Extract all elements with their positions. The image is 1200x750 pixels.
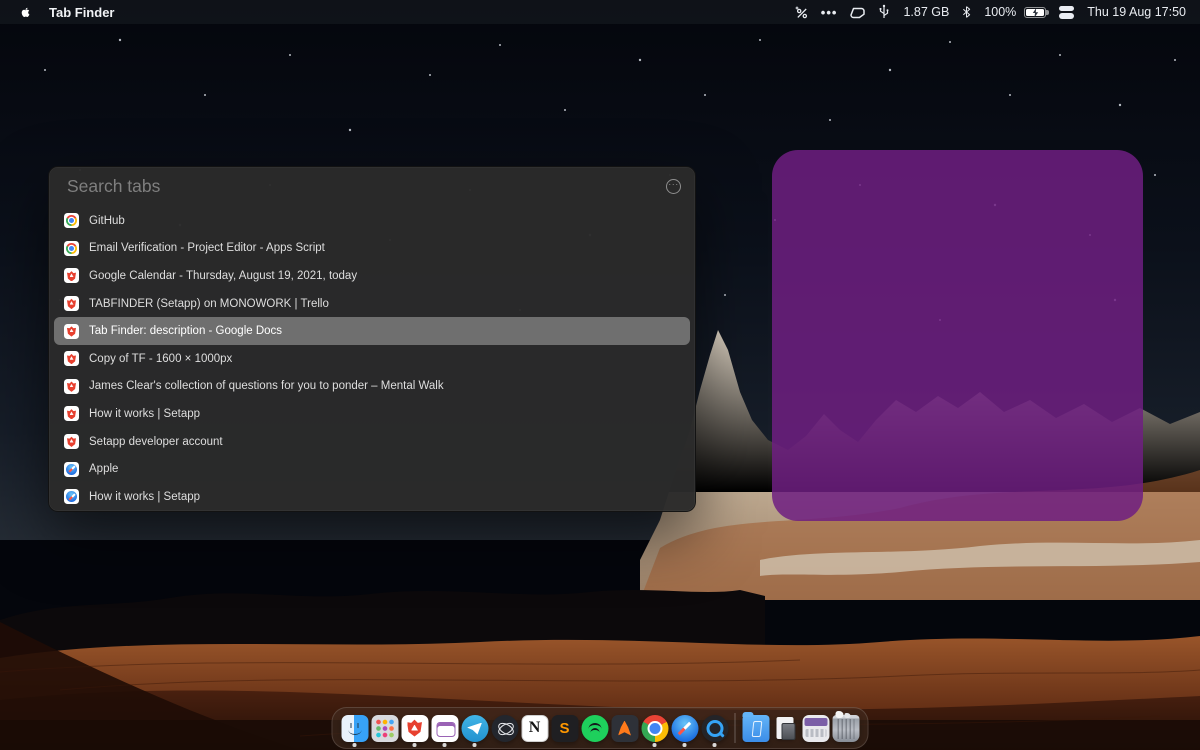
app-icon — [521, 715, 548, 742]
tab-list-item[interactable]: How it works | Setapp — [54, 483, 690, 511]
tab-list-item[interactable]: James Clear's collection of questions fo… — [54, 373, 690, 401]
dock-item-tab-finder[interactable] — [431, 715, 458, 742]
app-icon — [371, 715, 398, 742]
app-icon — [641, 715, 668, 742]
memory-usage[interactable]: 1.87 GB — [903, 5, 949, 19]
app-icon — [341, 715, 368, 742]
tab-title: Copy of TF - 1600 × 1000px — [89, 353, 232, 365]
tab-list-item[interactable]: Google Calendar - Thursday, August 19, 2… — [54, 262, 690, 290]
menubar-menu[interactable] — [170, 0, 192, 24]
dock-item-trash[interactable] — [832, 715, 859, 742]
app-icon — [701, 715, 728, 742]
app-icon — [671, 715, 698, 742]
tab-list-item[interactable]: TABFINDER (Setapp) on MONOWORK | Trello — [54, 290, 690, 318]
dock-item-keyboard-viewer[interactable] — [802, 715, 829, 742]
menubar-menu[interactable] — [148, 0, 170, 24]
dock-item-alfred[interactable] — [611, 715, 638, 742]
tab-title: How it works | Setapp — [89, 491, 200, 503]
browser-favicon — [64, 379, 79, 394]
browser-favicon — [64, 268, 79, 283]
app-icon — [491, 715, 518, 742]
bluetooth-icon[interactable] — [962, 5, 971, 19]
app-icon — [611, 715, 638, 742]
menu-bar: Tab Finder ••• 1.87 GB — [0, 0, 1200, 24]
menubar-menu[interactable] — [236, 0, 258, 24]
search-input[interactable]: Search tabs — [67, 176, 666, 197]
browser-favicon — [64, 241, 79, 256]
tab-title: Google Calendar - Thursday, August 19, 2… — [89, 270, 357, 282]
browser-favicon — [64, 462, 79, 477]
dock-item-launchpad[interactable] — [371, 715, 398, 742]
app-icon — [461, 715, 488, 742]
app-icon — [802, 715, 829, 742]
menubar-clock[interactable]: Thu 19 Aug 17:50 — [1087, 5, 1186, 19]
dock-item-brave[interactable] — [401, 715, 428, 742]
promo-card — [772, 150, 1143, 521]
browser-favicon — [64, 351, 79, 366]
dock-item-spotify[interactable] — [581, 715, 608, 742]
dock-item-telegram[interactable] — [461, 715, 488, 742]
menubar-menu[interactable] — [214, 0, 236, 24]
dock-item-safari[interactable] — [671, 715, 698, 742]
app-icon — [551, 715, 578, 742]
dock-item-downloads-folder[interactable] — [742, 715, 769, 742]
more-options-button[interactable]: ··· — [666, 179, 681, 194]
dock-item-setapp[interactable] — [491, 715, 518, 742]
tab-title: Apple — [89, 463, 118, 475]
usb-menu-icon[interactable] — [878, 4, 890, 20]
app-icon — [431, 715, 458, 742]
app-icon — [832, 715, 859, 742]
dock-item-chrome[interactable] — [641, 715, 668, 742]
browser-favicon — [64, 324, 79, 339]
app-icon — [581, 715, 608, 742]
menubar-menu[interactable] — [192, 0, 214, 24]
tab-title: GitHub — [89, 215, 125, 227]
dock-item-finder[interactable] — [341, 715, 368, 742]
apple-menu-icon[interactable] — [0, 0, 49, 24]
app-icon — [742, 715, 769, 742]
dock-item-sublime-text[interactable] — [551, 715, 578, 742]
tab-list-item[interactable]: GitHub — [54, 207, 690, 235]
tab-list: GitHub Email Verification - Project Edit… — [49, 205, 695, 513]
cleanmymac-menu-icon[interactable] — [794, 5, 808, 19]
tab-list-item[interactable]: Email Verification - Project Editor - Ap… — [54, 235, 690, 263]
tab-list-item[interactable]: How it works | Setapp — [54, 400, 690, 428]
app-icon — [401, 715, 428, 742]
tab-title: James Clear's collection of questions fo… — [89, 380, 444, 392]
more-menu-icon[interactable]: ••• — [821, 5, 838, 20]
dock-item-documents[interactable] — [772, 715, 799, 742]
dock-divider — [735, 713, 736, 743]
app-icon — [772, 715, 799, 742]
dock-item-notion[interactable] — [521, 715, 548, 742]
browser-favicon — [64, 296, 79, 311]
tab-finder-window: Search tabs ··· GitHub Email Verificatio… — [48, 166, 696, 512]
dock — [332, 707, 869, 749]
tab-list-item[interactable]: Copy of TF - 1600 × 1000px — [54, 345, 690, 373]
tab-title: Email Verification - Project Editor - Ap… — [89, 242, 325, 254]
search-bar: Search tabs ··· — [49, 167, 695, 205]
tab-list-item[interactable]: Setapp developer account — [54, 428, 690, 456]
tab-list-item[interactable]: Apple — [54, 455, 690, 483]
tab-title: Tab Finder: description - Google Docs — [89, 325, 282, 337]
battery-percent[interactable]: 100% — [984, 5, 1016, 19]
menubar-menu[interactable] — [126, 0, 148, 24]
tab-title: Setapp developer account — [89, 436, 223, 448]
cleanshot-menu-icon[interactable] — [850, 5, 865, 19]
battery-icon[interactable] — [1024, 7, 1046, 18]
browser-favicon — [64, 489, 79, 504]
browser-favicon — [64, 406, 79, 421]
browser-favicon — [64, 213, 79, 228]
tab-list-item[interactable]: Tab Finder: description - Google Docs — [54, 317, 690, 345]
setapp-menu-icon[interactable] — [1059, 6, 1074, 19]
browser-favicon — [64, 434, 79, 449]
tab-title: TABFINDER (Setapp) on MONOWORK | Trello — [89, 298, 329, 310]
dock-item-quicktime[interactable] — [701, 715, 728, 742]
tab-title: How it works | Setapp — [89, 408, 200, 420]
active-app-name[interactable]: Tab Finder — [49, 5, 126, 20]
